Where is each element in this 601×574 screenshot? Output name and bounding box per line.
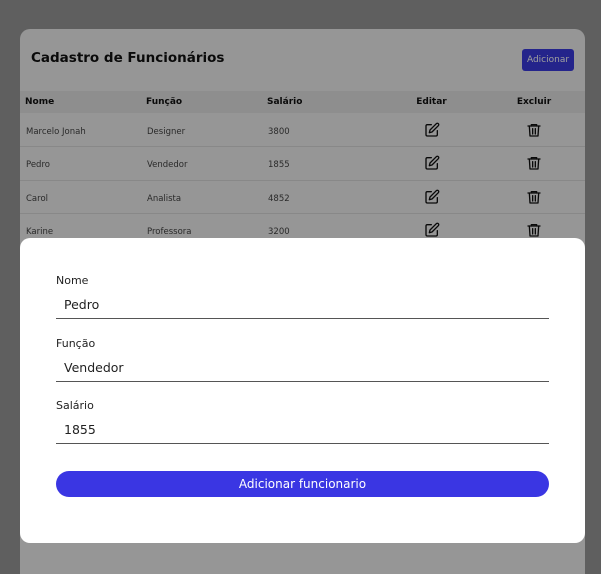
funcao-label: Função (56, 337, 96, 350)
funcao-input[interactable] (56, 357, 549, 382)
employee-form-modal: Nome Função Salário Adicionar funcionari… (20, 238, 585, 543)
salario-field: Salário (56, 399, 549, 444)
nome-field: Nome (56, 274, 549, 319)
funcao-field: Função (56, 337, 549, 382)
salario-input[interactable] (56, 419, 549, 444)
nome-input[interactable] (56, 294, 549, 319)
nome-label: Nome (56, 274, 89, 287)
submit-employee-button[interactable]: Adicionar funcionario (56, 471, 549, 497)
salario-label: Salário (56, 399, 94, 412)
